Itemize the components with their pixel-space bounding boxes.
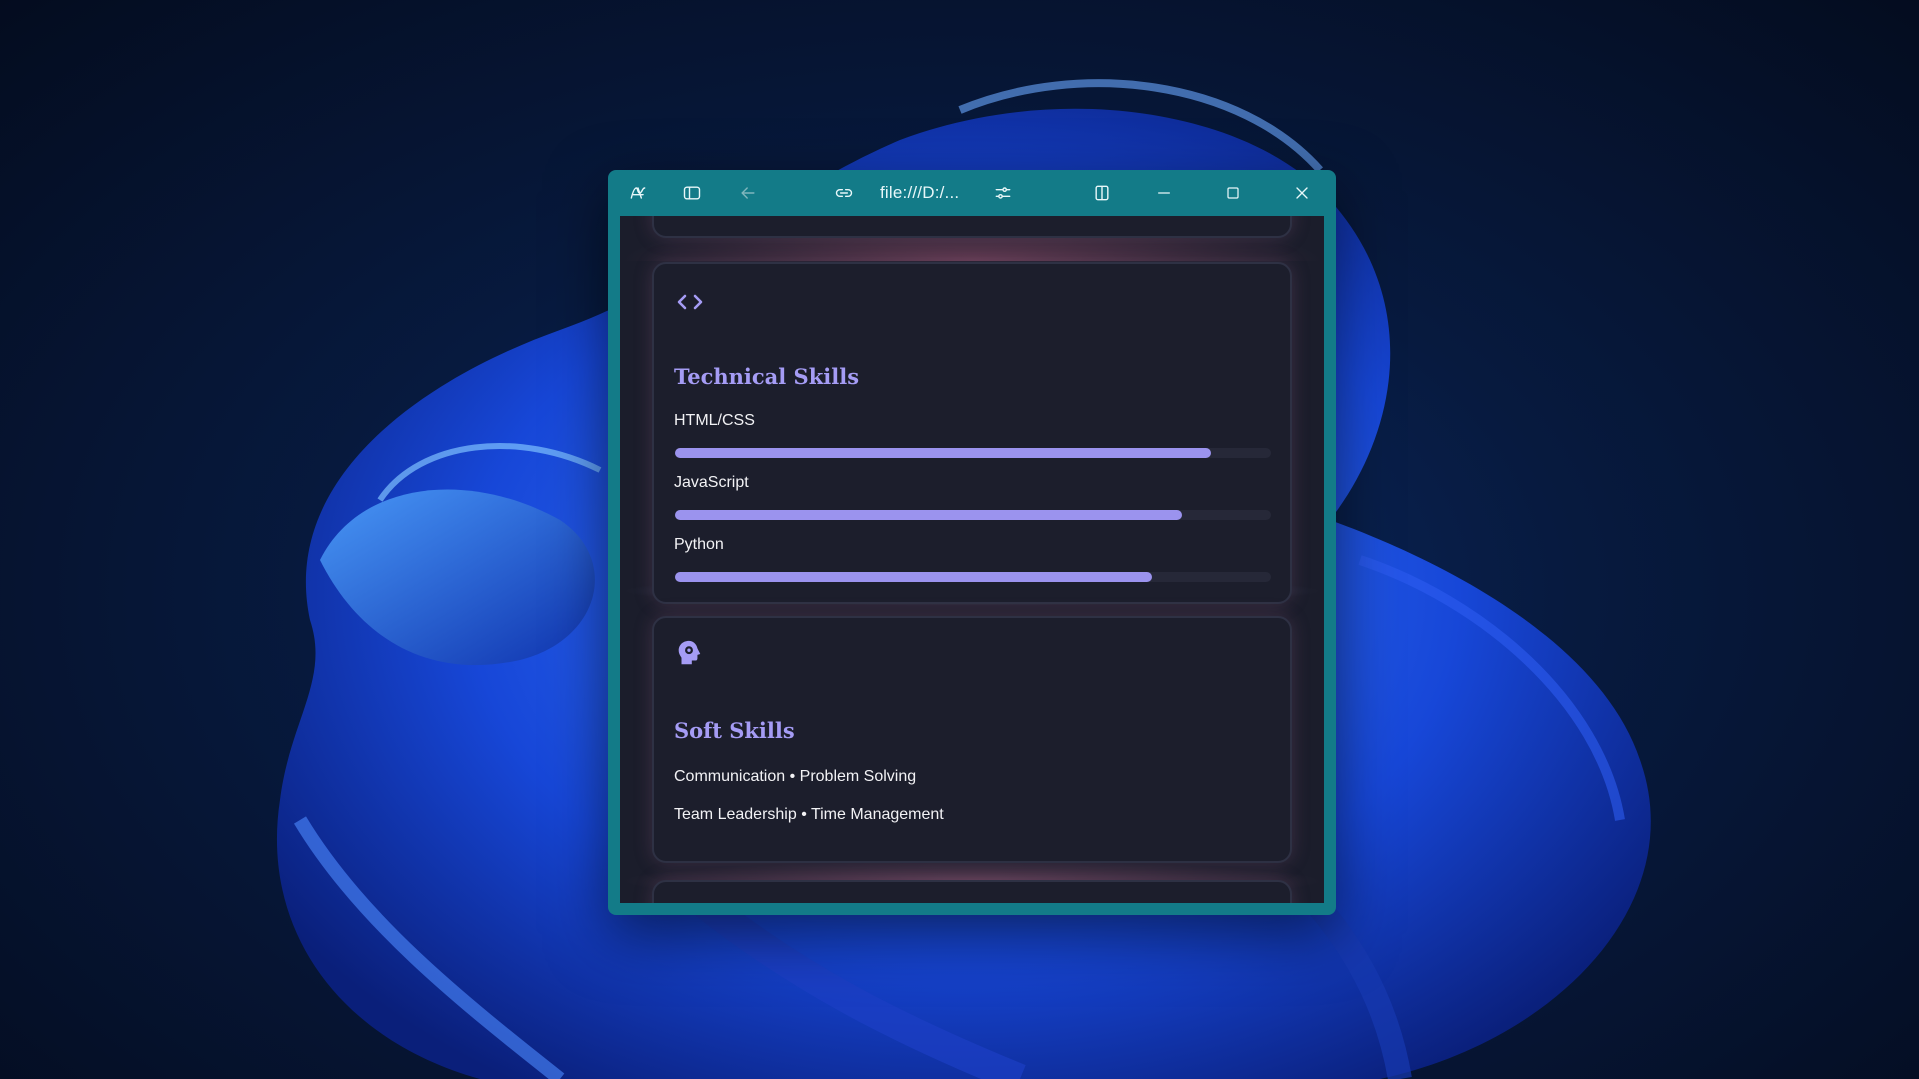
next-card [652, 880, 1292, 903]
skill-progress-track [675, 510, 1271, 520]
settings-sliders-icon[interactable] [990, 180, 1016, 206]
code-icon [674, 288, 706, 316]
technical-skills-title: Technical Skills [674, 364, 860, 389]
minimize-icon[interactable] [1151, 180, 1177, 206]
skill-label: Python [674, 536, 724, 553]
soft-skills-title: Soft Skills [674, 718, 795, 743]
sidebar-toggle-icon[interactable] [679, 180, 705, 206]
address-bar[interactable]: file:///D:/... [880, 182, 959, 204]
maximize-icon[interactable] [1220, 180, 1246, 206]
skill-label: JavaScript [674, 474, 749, 491]
browser-logo-icon[interactable] [625, 180, 651, 206]
soft-skills-line: Team Leadership • Time Management [674, 806, 944, 823]
back-arrow-icon[interactable] [735, 180, 761, 206]
previous-card [652, 216, 1292, 238]
technical-skills-card: Technical Skills HTML/CSS JavaScript Pyt… [652, 262, 1292, 604]
head-gear-icon [674, 638, 706, 666]
title-bar: file:///D:/... [608, 170, 1336, 216]
skill-label: HTML/CSS [674, 412, 755, 429]
browser-window: file:///D:/... Technical Skills HTML/CSS… [608, 170, 1336, 915]
skill-progress-track [675, 572, 1271, 582]
page-content[interactable]: Technical Skills HTML/CSS JavaScript Pyt… [620, 216, 1324, 903]
soft-skills-card: Soft Skills Communication • Problem Solv… [652, 616, 1292, 863]
skill-progress-track [675, 448, 1271, 458]
skill-progress-fill [675, 572, 1152, 582]
split-view-icon[interactable] [1089, 180, 1115, 206]
soft-skills-line: Communication • Problem Solving [674, 768, 917, 785]
skill-progress-fill [675, 510, 1182, 520]
close-icon[interactable] [1289, 180, 1315, 206]
skill-progress-fill [675, 448, 1212, 458]
link-icon[interactable] [831, 180, 857, 206]
